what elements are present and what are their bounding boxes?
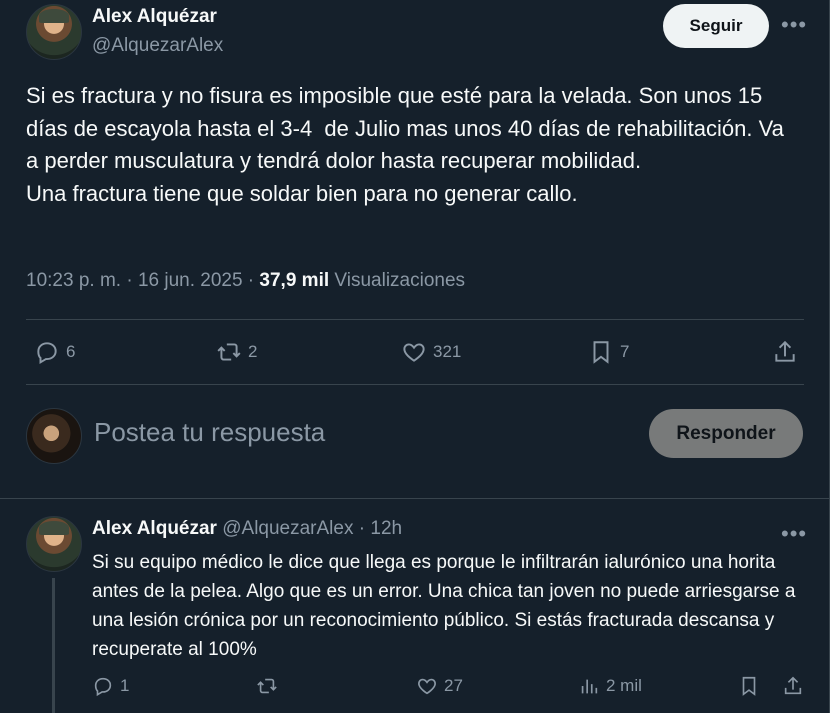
share-action[interactable] (772, 339, 798, 365)
reply-author-handle[interactable]: @AlquezarAlex (222, 518, 353, 539)
more-icon[interactable]: ••• (781, 523, 807, 545)
repost-action[interactable]: 2 (216, 339, 257, 365)
reply-count: 6 (66, 342, 76, 361)
author-avatar[interactable] (26, 4, 82, 60)
reply-input[interactable]: Postea tu respuesta (94, 417, 325, 448)
reply-action[interactable]: 6 (34, 339, 75, 365)
reply-like-count: 27 (444, 676, 463, 695)
tweet-text: Si es fractura y no fisura es imposible … (26, 83, 784, 206)
follow-button[interactable]: Seguir (663, 4, 769, 48)
author-handle[interactable]: @AlquezarAlex (92, 35, 223, 57)
reply-share-action[interactable] (782, 675, 804, 697)
reply-icon (37, 342, 57, 365)
share-icon (784, 676, 802, 695)
reply-button[interactable]: Responder (649, 409, 803, 458)
divider (26, 319, 804, 320)
like-count: 321 (433, 342, 462, 361)
section-divider (0, 498, 830, 499)
repost-icon (217, 343, 241, 361)
thread-connector (52, 578, 55, 713)
reply-icon (94, 677, 112, 697)
reply-like-action[interactable]: 27 (416, 675, 463, 697)
repost-count: 2 (248, 342, 258, 361)
divider (26, 384, 804, 385)
reply-bookmark-action[interactable] (738, 675, 760, 697)
like-icon (418, 678, 436, 695)
like-icon (403, 343, 425, 362)
reply-views-action[interactable]: 2 mil (578, 675, 642, 697)
bookmark-icon (593, 341, 609, 364)
tweet-timestamp[interactable]: 10:23 p. m. · 16 jun. 2025 · (26, 270, 254, 291)
reply-header: Alex Alquézar @AlquezarAlex · 12h (92, 518, 402, 540)
share-icon (775, 340, 795, 362)
reply-author-name[interactable]: Alex Alquézar (92, 518, 217, 539)
views-count[interactable]: 37,9 mil (259, 270, 329, 291)
reply-views-count: 2 mil (606, 676, 642, 695)
reply-reply-action[interactable]: 1 (92, 675, 129, 697)
more-icon[interactable]: ••• (781, 14, 807, 36)
tweet-meta: 10:23 p. m. · 16 jun. 2025 · 37,9 mil Vi… (26, 270, 465, 292)
user-avatar[interactable] (26, 408, 82, 464)
bookmark-icon (742, 676, 756, 696)
reply-author-avatar[interactable] (26, 516, 82, 572)
bookmark-count: 7 (620, 342, 630, 361)
reply-reply-count: 1 (120, 676, 130, 695)
reply-repost-action[interactable] (256, 675, 278, 697)
reply-time[interactable]: · 12h (359, 518, 402, 539)
analytics-icon (581, 679, 598, 694)
author-name[interactable]: Alex Alquézar (92, 6, 217, 28)
reply-text: Si su equipo médico le dice que llega es… (92, 552, 796, 660)
repost-icon (257, 678, 277, 694)
views-label: Visualizaciones (334, 270, 466, 291)
like-action[interactable]: 321 (401, 339, 461, 365)
bookmark-action[interactable]: 7 (588, 339, 629, 365)
